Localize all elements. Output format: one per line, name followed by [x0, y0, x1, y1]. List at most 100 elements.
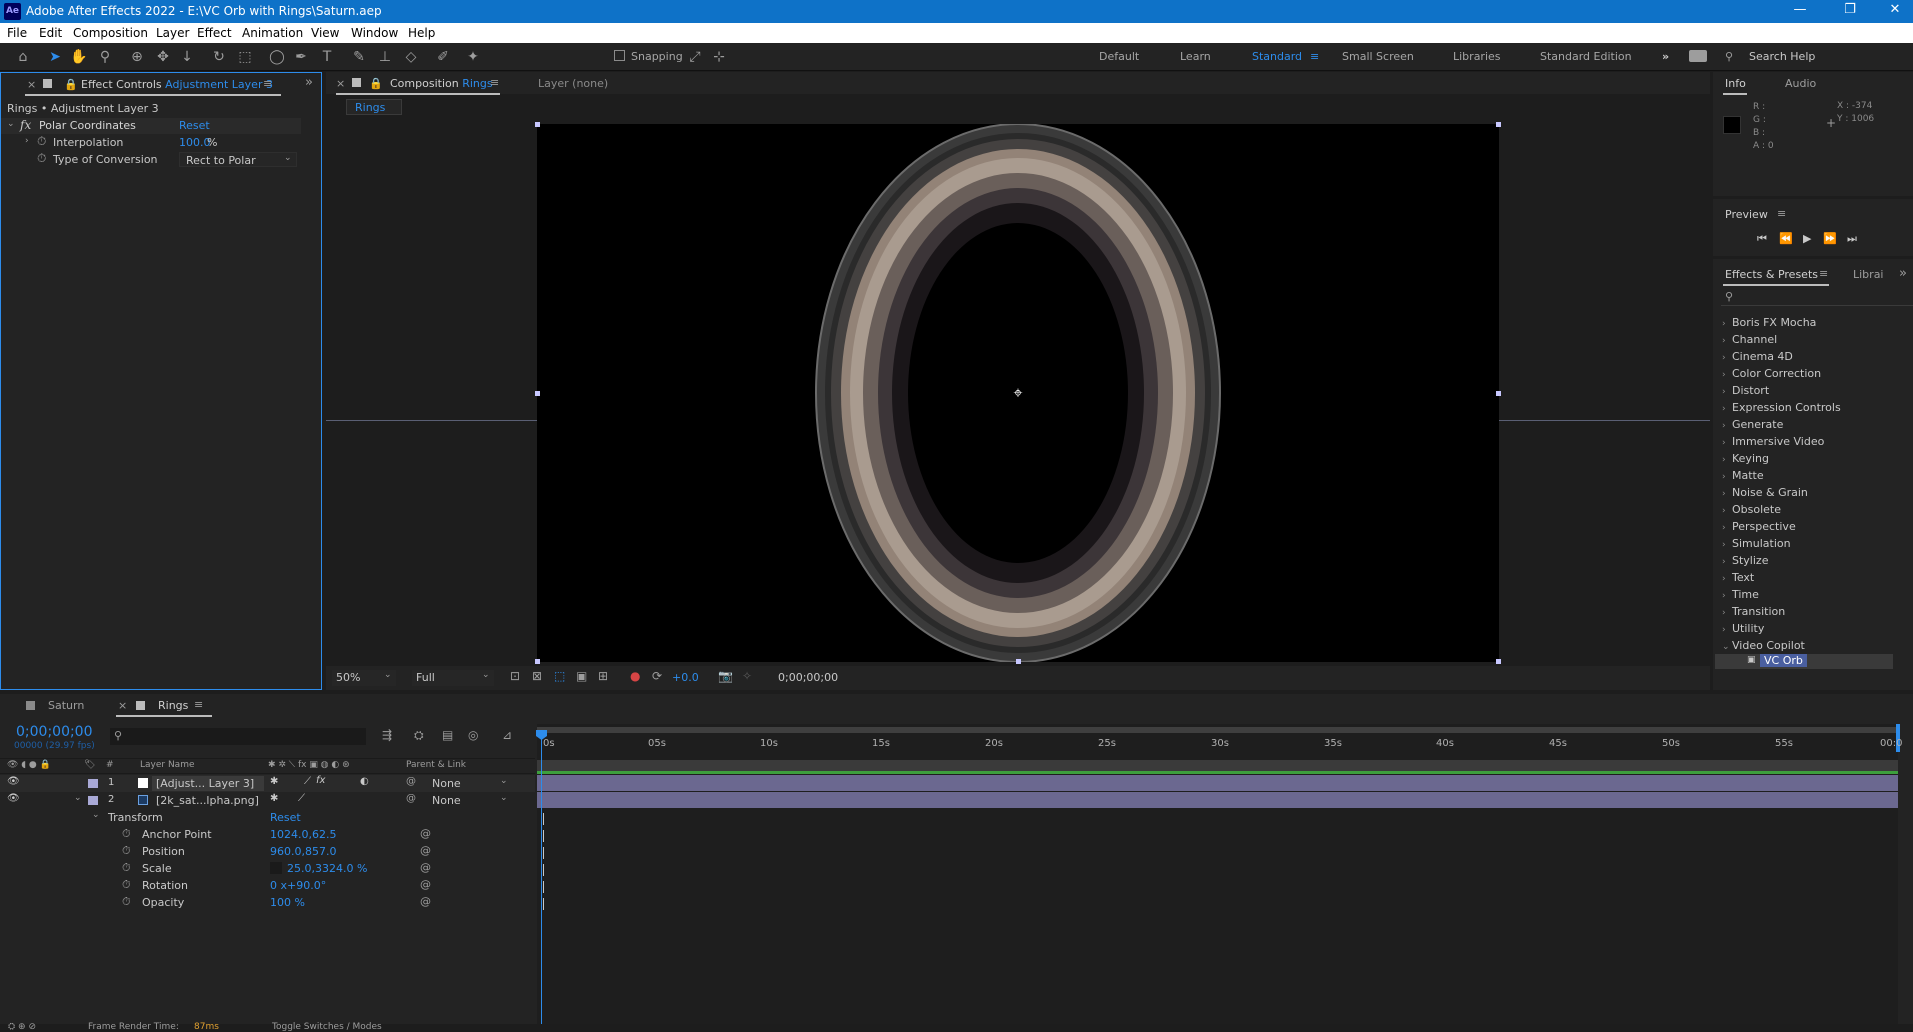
effects-category-item[interactable]: › Text — [1722, 571, 1754, 584]
fx-switch-icon[interactable]: fx — [316, 775, 325, 786]
comp-mini-flowchart-icon[interactable]: ⇶ — [382, 728, 392, 742]
stopwatch-icon[interactable]: ⏱ — [122, 861, 131, 875]
effects-category-item[interactable]: › Channel — [1722, 333, 1777, 346]
orbit-tool-icon[interactable]: ⊕ — [126, 47, 148, 67]
exposure-value[interactable]: +0.0 — [672, 671, 699, 684]
search-help-input[interactable]: Search Help — [1749, 50, 1815, 63]
position-value[interactable]: 960.0,857.0 — [270, 845, 336, 858]
effects-category-item[interactable]: › Generate — [1722, 418, 1783, 431]
expression-pickwhip-icon[interactable]: @ — [420, 895, 431, 908]
comp-canvas[interactable]: ⌖ — [537, 124, 1499, 662]
label-color-swatch[interactable] — [88, 779, 98, 788]
eraser-tool-icon[interactable]: ◇ — [400, 47, 422, 67]
eye-icon[interactable]: 👁 — [7, 793, 20, 804]
tab-info[interactable]: Info — [1725, 77, 1746, 90]
layer-2-parent-dropdown[interactable]: None ⌄ — [426, 793, 512, 808]
last-frame-icon[interactable]: ⏭ — [1847, 232, 1857, 246]
menu-layer[interactable]: Layer — [156, 26, 189, 40]
stopwatch-icon[interactable]: ⏱ — [122, 844, 131, 858]
col-layer-name[interactable]: Layer Name — [140, 760, 195, 770]
mask-visibility-icon[interactable]: ⬚ — [554, 669, 565, 683]
rotation-value[interactable]: 0 x+90.0° — [270, 879, 326, 892]
pick-whip-icon[interactable]: @ — [406, 793, 416, 804]
panel-menu-icon[interactable]: ≡ — [1777, 207, 1786, 220]
zoom-tool-icon[interactable]: ⚲ — [94, 47, 116, 67]
menu-animation[interactable]: Animation — [242, 26, 303, 40]
anchor-tool-icon[interactable]: ⬚ — [234, 47, 256, 67]
menu-edit[interactable]: Edit — [39, 26, 62, 40]
expand-panels-icon[interactable]: » — [1899, 266, 1907, 281]
rotate-tool-icon[interactable]: ↻ — [208, 47, 230, 67]
effects-category-item[interactable]: › Noise & Grain — [1722, 486, 1808, 499]
roto-brush-tool-icon[interactable]: ✐ — [432, 47, 454, 67]
menu-file[interactable]: File — [7, 26, 27, 40]
layer-handle[interactable] — [1496, 122, 1501, 127]
restore-button[interactable]: ❐ — [1830, 2, 1870, 17]
tab-rings[interactable]: Rings — [158, 699, 188, 712]
pick-whip-icon[interactable]: @ — [406, 776, 416, 787]
effects-category-item[interactable]: › Time — [1722, 588, 1759, 601]
effect-row[interactable]: ⌄ fx Polar Coordinates Reset — [1, 118, 301, 134]
effects-search-input[interactable]: ⚲ — [1721, 290, 1913, 306]
timeline-timecode[interactable]: 0;00;00;00 — [16, 724, 93, 740]
panel-menu-icon[interactable]: ≡ — [194, 698, 203, 711]
layer-2-name[interactable]: [2k_sat...lpha.png] — [156, 794, 259, 807]
layer-row-2[interactable]: 👁 ⌄ 2 [2k_sat...lpha.png] ✱ ⟋ @ None ⌄ — [0, 792, 535, 809]
motion-blur-icon[interactable]: ◎ — [468, 728, 478, 742]
interpolation-value[interactable]: 100.0 — [179, 136, 211, 149]
lock-icon[interactable]: 🔒 — [64, 78, 78, 91]
effects-category-item[interactable]: ⌄ Video Copilot — [1722, 639, 1805, 652]
transform-collapse-icon[interactable]: ⌄ — [92, 810, 100, 820]
layer-1-name-box[interactable]: [Adjust... Layer 3] — [152, 776, 264, 791]
tab-saturn[interactable]: Saturn — [48, 699, 84, 712]
timeline-search-input[interactable]: ⚲ — [110, 728, 366, 745]
stopwatch-icon[interactable]: ⏱ — [122, 827, 131, 841]
close-tab-icon[interactable]: × — [118, 699, 127, 712]
region-of-interest-icon[interactable]: ▣ — [576, 669, 587, 683]
prev-frame-icon[interactable]: ⏪ — [1779, 232, 1793, 245]
effects-category-item[interactable]: › Transition — [1722, 605, 1785, 618]
zoom-dropdown[interactable]: 50% ⌄ — [332, 670, 396, 686]
close-window-button[interactable]: ✕ — [1875, 2, 1913, 17]
menu-window[interactable]: Window — [351, 26, 398, 40]
expand-arrow-icon[interactable]: › — [25, 136, 29, 146]
close-tab-icon[interactable]: × — [336, 77, 345, 90]
close-tab-icon[interactable]: × — [27, 78, 36, 91]
layer-handle[interactable] — [1496, 659, 1501, 664]
expand-panels-icon[interactable]: » — [305, 75, 313, 90]
eye-icon[interactable]: 👁 — [7, 776, 20, 787]
workspace-standard-edition[interactable]: Standard Edition — [1540, 50, 1632, 63]
layer-row-1[interactable]: 👁 1 [Adjust... Layer 3] ✱ ⟋ fx ◐ @ None … — [0, 775, 535, 792]
expression-pickwhip-icon[interactable]: @ — [420, 878, 431, 891]
pan-tool-icon[interactable]: ✥ — [152, 47, 174, 67]
type-tool-icon[interactable]: T — [316, 47, 338, 67]
clone-stamp-tool-icon[interactable]: ⊥ — [374, 47, 396, 67]
panel-menu-icon[interactable]: ≡ — [490, 76, 499, 89]
next-frame-icon[interactable]: ⏩ — [1823, 232, 1837, 245]
brush-tool-icon[interactable]: ✎ — [348, 47, 370, 67]
snap-edges-icon[interactable]: ⤢ — [684, 47, 706, 67]
anchor-point-value[interactable]: 1024.0,62.5 — [270, 828, 336, 841]
workspace-menu-icon[interactable]: ≡ — [1310, 50, 1319, 63]
layer-handle[interactable] — [535, 122, 540, 127]
effects-category-item[interactable]: › Obsolete — [1722, 503, 1781, 516]
effects-category-item[interactable]: › Stylize — [1722, 554, 1768, 567]
adjustment-switch-icon[interactable]: ◐ — [360, 776, 369, 787]
layer-handle[interactable] — [1016, 659, 1021, 664]
scale-value[interactable]: 25.0,3324.0 % — [287, 862, 367, 875]
effects-category-item[interactable]: › Utility — [1722, 622, 1764, 635]
composition-tab[interactable]: Composition Rings — [390, 77, 493, 90]
collapse-switch-icon[interactable]: ✱ — [270, 793, 278, 804]
label-color-swatch[interactable] — [88, 796, 98, 805]
effects-category-item[interactable]: › Distort — [1722, 384, 1769, 397]
sync-settings-icon[interactable] — [1689, 50, 1707, 62]
resolution-dropdown[interactable]: Full ⌄ — [412, 670, 494, 686]
frame-blending-icon[interactable]: ▤ — [442, 728, 453, 742]
stopwatch-icon[interactable]: ⏱ — [122, 895, 131, 909]
layer-handle[interactable] — [1496, 391, 1501, 396]
toggle-switches-modes[interactable]: Toggle Switches / Modes — [272, 1022, 382, 1032]
col-parent[interactable]: Parent & Link — [406, 760, 466, 770]
menu-view[interactable]: View — [311, 26, 339, 40]
fx-icon[interactable]: fx — [20, 118, 31, 132]
comp-breadcrumb[interactable]: Rings — [346, 99, 402, 115]
